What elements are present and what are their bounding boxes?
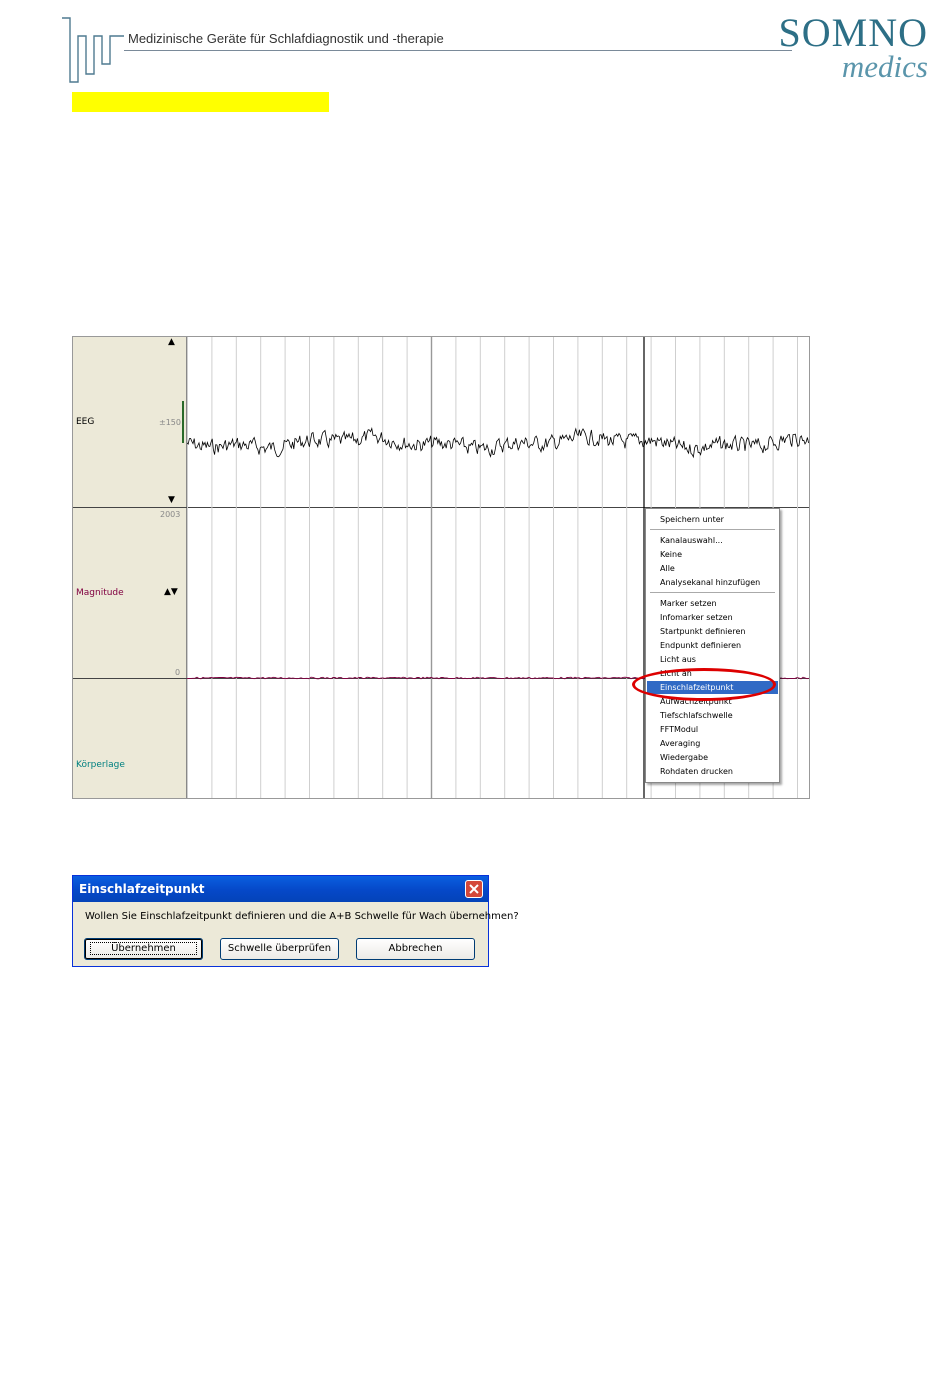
context-menu-item[interactable]: Averaging — [647, 737, 778, 750]
context-menu-separator — [650, 529, 775, 530]
einschlafzeitpunkt-dialog: Einschlafzeitpunkt Wollen Sie Einschlafz… — [72, 875, 519, 967]
context-menu-item[interactable]: Keine — [647, 548, 778, 561]
channel-label-column: ▲ EEG ±150 ▼ 2003 Magnitude ▲▼ 0 Körperl… — [73, 337, 187, 798]
context-menu-item[interactable]: Infomarker setzen — [647, 611, 778, 624]
context-menu-separator — [650, 592, 775, 593]
context-menu-item[interactable]: Kanalauswahl... — [647, 534, 778, 547]
highlight-oval — [632, 668, 776, 701]
abbrechen-button[interactable]: Abbrechen — [356, 938, 475, 960]
channel-label-eeg[interactable]: EEG — [76, 417, 94, 427]
context-menu-item[interactable]: Licht aus — [647, 653, 778, 666]
context-menu-item[interactable]: Endpunkt definieren — [647, 639, 778, 652]
dialog-message: Wollen Sie Einschlafzeitpunkt definieren… — [85, 911, 519, 922]
eeg-scale-bar — [182, 401, 184, 443]
context-menu-item[interactable]: Wiedergabe — [647, 751, 778, 764]
context-menu-item[interactable]: Speichern unter — [647, 513, 778, 526]
uebernehmen-button[interactable]: Übernehmen — [84, 938, 203, 960]
brand-line-2: medics — [841, 49, 928, 84]
somnomedics-logo-mark — [62, 17, 124, 83]
context-menu-item[interactable]: Tiefschlafschwelle — [647, 709, 778, 722]
context-menu: Speichern unter Kanalauswahl... Keine Alle A… — [645, 508, 780, 783]
context-menu-item[interactable]: Analysekanal hinzufügen — [647, 576, 778, 589]
context-menu-item[interactable]: Rohdaten drucken — [647, 765, 778, 778]
schwelle-ueberpruefen-button[interactable]: Schwelle überprüfen — [220, 938, 339, 960]
magnitude-scale-bottom: 0 — [175, 668, 181, 677]
header-rule — [124, 50, 792, 51]
highlight-bar — [72, 92, 329, 112]
eeg-trace — [187, 426, 809, 459]
eeg-scale: ±150 — [159, 418, 181, 427]
context-menu-item[interactable]: FFTModul — [647, 723, 778, 736]
close-button[interactable] — [465, 880, 483, 898]
context-menu-item[interactable]: Marker setzen — [647, 597, 778, 610]
scale-toggle-icon[interactable]: ▲▼ — [164, 587, 178, 597]
channel-label-koerperlage[interactable]: Körperlage — [76, 760, 125, 770]
close-icon — [469, 884, 479, 894]
channel-label-magnitude[interactable]: Magnitude — [76, 588, 124, 598]
brand-logo: SOMNO medics — [778, 10, 928, 84]
dialog-title: Einschlafzeitpunkt — [73, 876, 488, 902]
header-tagline: Medizinische Geräte für Schlafdiagnostik… — [128, 31, 444, 46]
scroll-up-icon[interactable]: ▲ — [168, 337, 175, 347]
context-menu-item[interactable]: Alle — [647, 562, 778, 575]
scroll-down-icon[interactable]: ▼ — [168, 495, 175, 505]
magnitude-scale-top: 2003 — [160, 510, 181, 519]
context-menu-item[interactable]: Startpunkt definieren — [647, 625, 778, 638]
uebernehmen-button-label: Übernehmen — [90, 942, 197, 955]
brand-line-1: SOMNO — [778, 10, 928, 55]
